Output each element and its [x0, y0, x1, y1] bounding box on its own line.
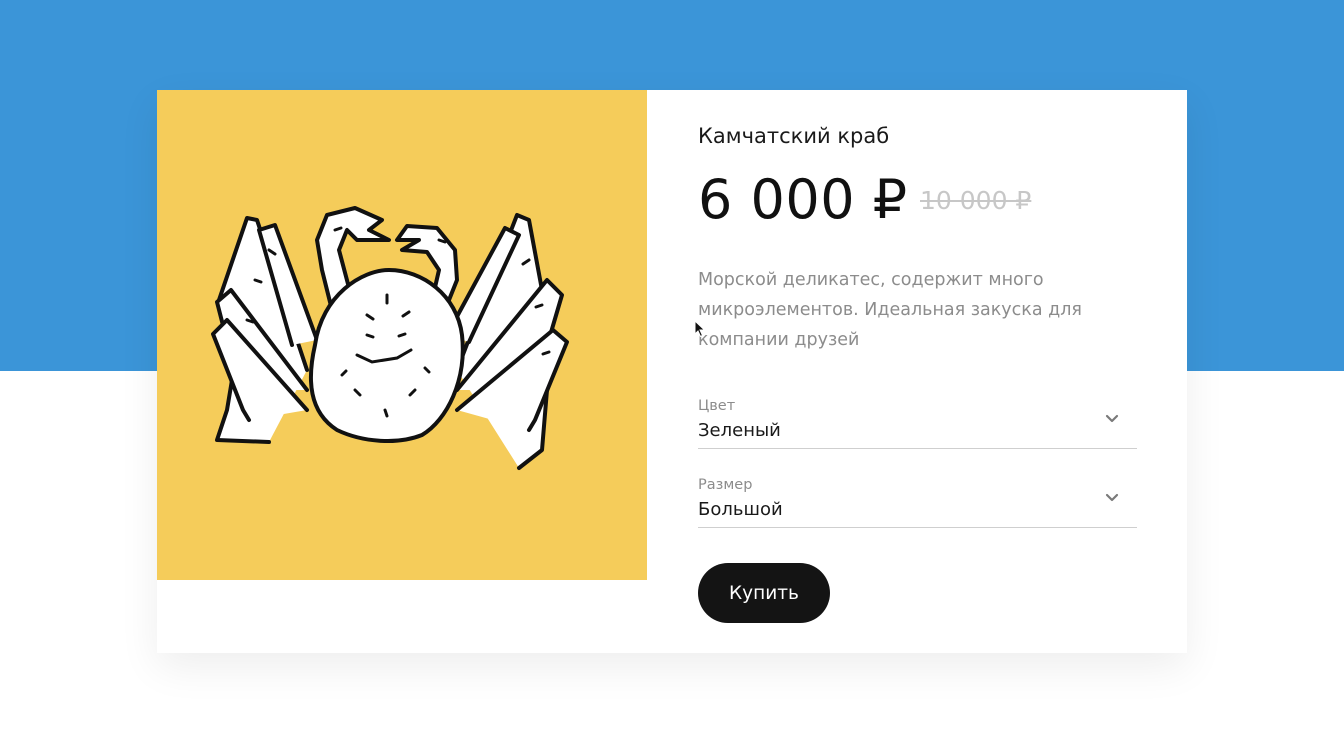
- chevron-down-icon: [1105, 493, 1119, 502]
- size-select[interactable]: Размер Большой: [698, 471, 1137, 528]
- color-select-label: Цвет: [698, 398, 736, 414]
- mouse-pointer-icon: [694, 320, 706, 338]
- product-old-price: 10 000 ₽: [920, 186, 1032, 215]
- size-select-label: Размер: [698, 477, 753, 493]
- crab-illustration-icon: [211, 206, 569, 470]
- buy-button[interactable]: Купить: [698, 563, 830, 623]
- color-select-value: Зеленый: [698, 420, 781, 441]
- product-image: [157, 90, 647, 580]
- product-title: Камчатский краб: [698, 124, 890, 148]
- product-description: Морской деликатес, содержит много микроэ…: [698, 270, 1082, 350]
- color-select[interactable]: Цвет Зеленый: [698, 392, 1137, 449]
- product-card: Камчатский краб 6 000 ₽ 10 000 ₽ Морской…: [157, 90, 1187, 653]
- product-price: 6 000 ₽: [698, 168, 908, 231]
- chevron-down-icon: [1105, 414, 1119, 423]
- size-select-value: Большой: [698, 499, 783, 520]
